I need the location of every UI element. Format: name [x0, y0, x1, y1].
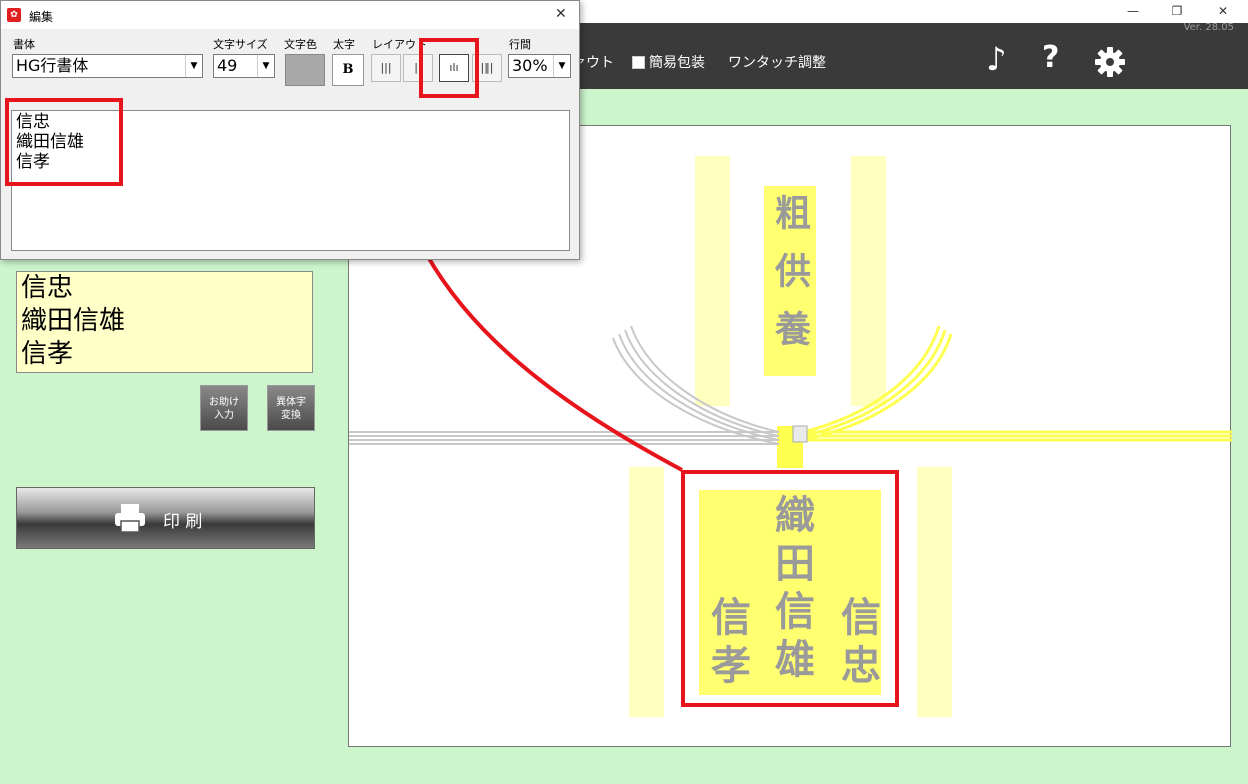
chevron-down-icon[interactable]: ▼ [553, 55, 570, 77]
chevron-down-icon[interactable]: ▼ [257, 55, 274, 77]
title-char: 養 [769, 310, 811, 368]
bold-label: 太字 [333, 38, 355, 51]
font-label: 書体 [13, 38, 35, 51]
name-line: 信孝 [21, 339, 74, 369]
name-input-box[interactable]: 信忠 織田信雄 信孝 [16, 271, 313, 373]
annotation-text-highlight [5, 98, 123, 186]
printer-icon [115, 504, 145, 533]
music-icon[interactable]: ♪ [986, 40, 1006, 78]
helper-input-label-1: お助け [209, 397, 239, 408]
print-label: 印 刷 [163, 512, 203, 532]
size-label: 文字サイズ [213, 38, 268, 51]
text-color-swatch[interactable] [285, 54, 325, 86]
one-touch-adjust-menu[interactable]: ワンタッチ調整 [728, 52, 826, 72]
helper-input-label-2: 入力 [214, 410, 234, 421]
bold-button[interactable]: B [332, 54, 364, 86]
dialog-title-bar [1, 1, 579, 29]
version-label: Ver. 28.05 [1183, 22, 1234, 33]
chevron-down-icon[interactable]: ▼ [185, 55, 202, 77]
font-select[interactable]: HG行書体 ▼ [12, 54, 203, 78]
print-button[interactable]: 印 刷 [16, 487, 315, 549]
size-select[interactable]: 49 ▼ [213, 54, 275, 78]
help-icon[interactable]: ? [1042, 40, 1059, 75]
name-line: 織田信雄 [21, 306, 126, 336]
variant-char-label-1: 異体字 [276, 397, 306, 408]
annotation-names-highlight [681, 470, 899, 707]
title-char: 粗 [769, 194, 811, 252]
title-char: 供 [769, 252, 811, 310]
color-label: 文字色 [284, 38, 317, 51]
title-text: 粗供養 [766, 194, 814, 368]
variant-char-label-2: 変換 [281, 410, 301, 421]
spacing-label: 行間 [509, 38, 531, 51]
layout-right-align-button[interactable]: ||| [371, 54, 401, 82]
dialog-close-button[interactable]: ✕ [555, 6, 567, 22]
size-value: 49 [217, 56, 238, 75]
variant-char-button[interactable]: 異体字 変換 [267, 385, 315, 431]
font-value: HG行書体 [16, 56, 89, 75]
helper-input-button[interactable]: お助け 入力 [200, 385, 248, 431]
simple-wrap-checkbox[interactable] [632, 56, 645, 69]
minimize-button[interactable]: — [1122, 2, 1144, 20]
app-icon: ✿ [7, 8, 21, 22]
close-main-button[interactable]: ✕ [1212, 2, 1234, 20]
spacing-value: 30% [512, 56, 548, 75]
dialog-title: 編集 [29, 10, 54, 24]
simple-wrap-label[interactable]: 簡易包装 [649, 52, 705, 72]
restore-button[interactable]: ❐ [1166, 2, 1188, 20]
annotation-layout-highlight [419, 38, 479, 98]
gear-icon[interactable] [1094, 46, 1126, 82]
name-line: 信忠 [21, 273, 74, 303]
spacing-select[interactable]: 30% ▼ [508, 54, 571, 78]
